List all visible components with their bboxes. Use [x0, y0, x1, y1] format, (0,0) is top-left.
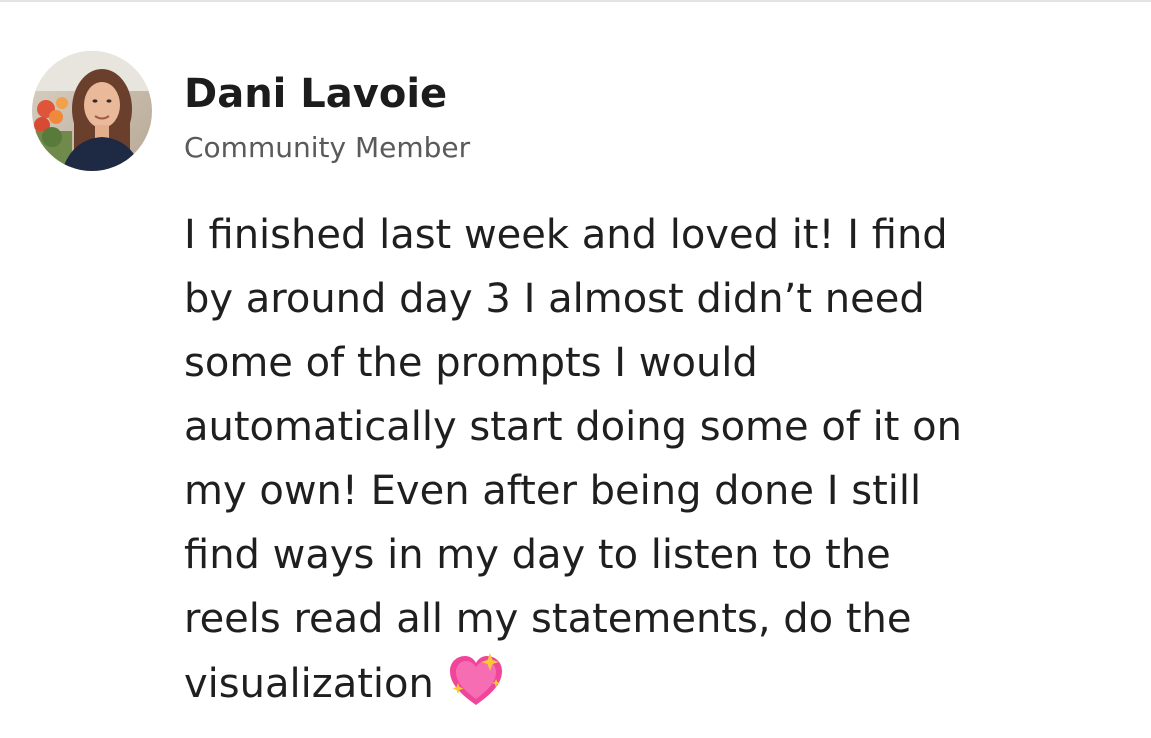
author-name[interactable]: Dani Lavoie: [184, 68, 447, 120]
comment-last-line: visualization: [184, 651, 1114, 715]
comment-line: by around day 3 I almost didn’t need: [184, 276, 925, 322]
comment-line: reels read all my statements, do the: [184, 596, 912, 642]
comment-line: some of the prompts I would: [184, 340, 758, 386]
avatar[interactable]: [32, 51, 152, 171]
sparkling-heart-icon: [446, 651, 506, 711]
comment-post: Dani Lavoie Community Member I finished …: [0, 0, 1151, 738]
author-role: Community Member: [184, 131, 471, 164]
comment-line: I finished last week and loved it! I fin…: [184, 212, 948, 258]
comment-line: my own! Even after being done I still: [184, 468, 922, 514]
comment-line: automatically start doing some of it on: [184, 404, 962, 450]
comment-line: visualization: [184, 661, 434, 707]
comment-body: I finished last week and loved it! I fin…: [184, 203, 1114, 715]
avatar-photo: [32, 51, 152, 171]
comment-line: find ways in my day to listen to the: [184, 532, 891, 578]
